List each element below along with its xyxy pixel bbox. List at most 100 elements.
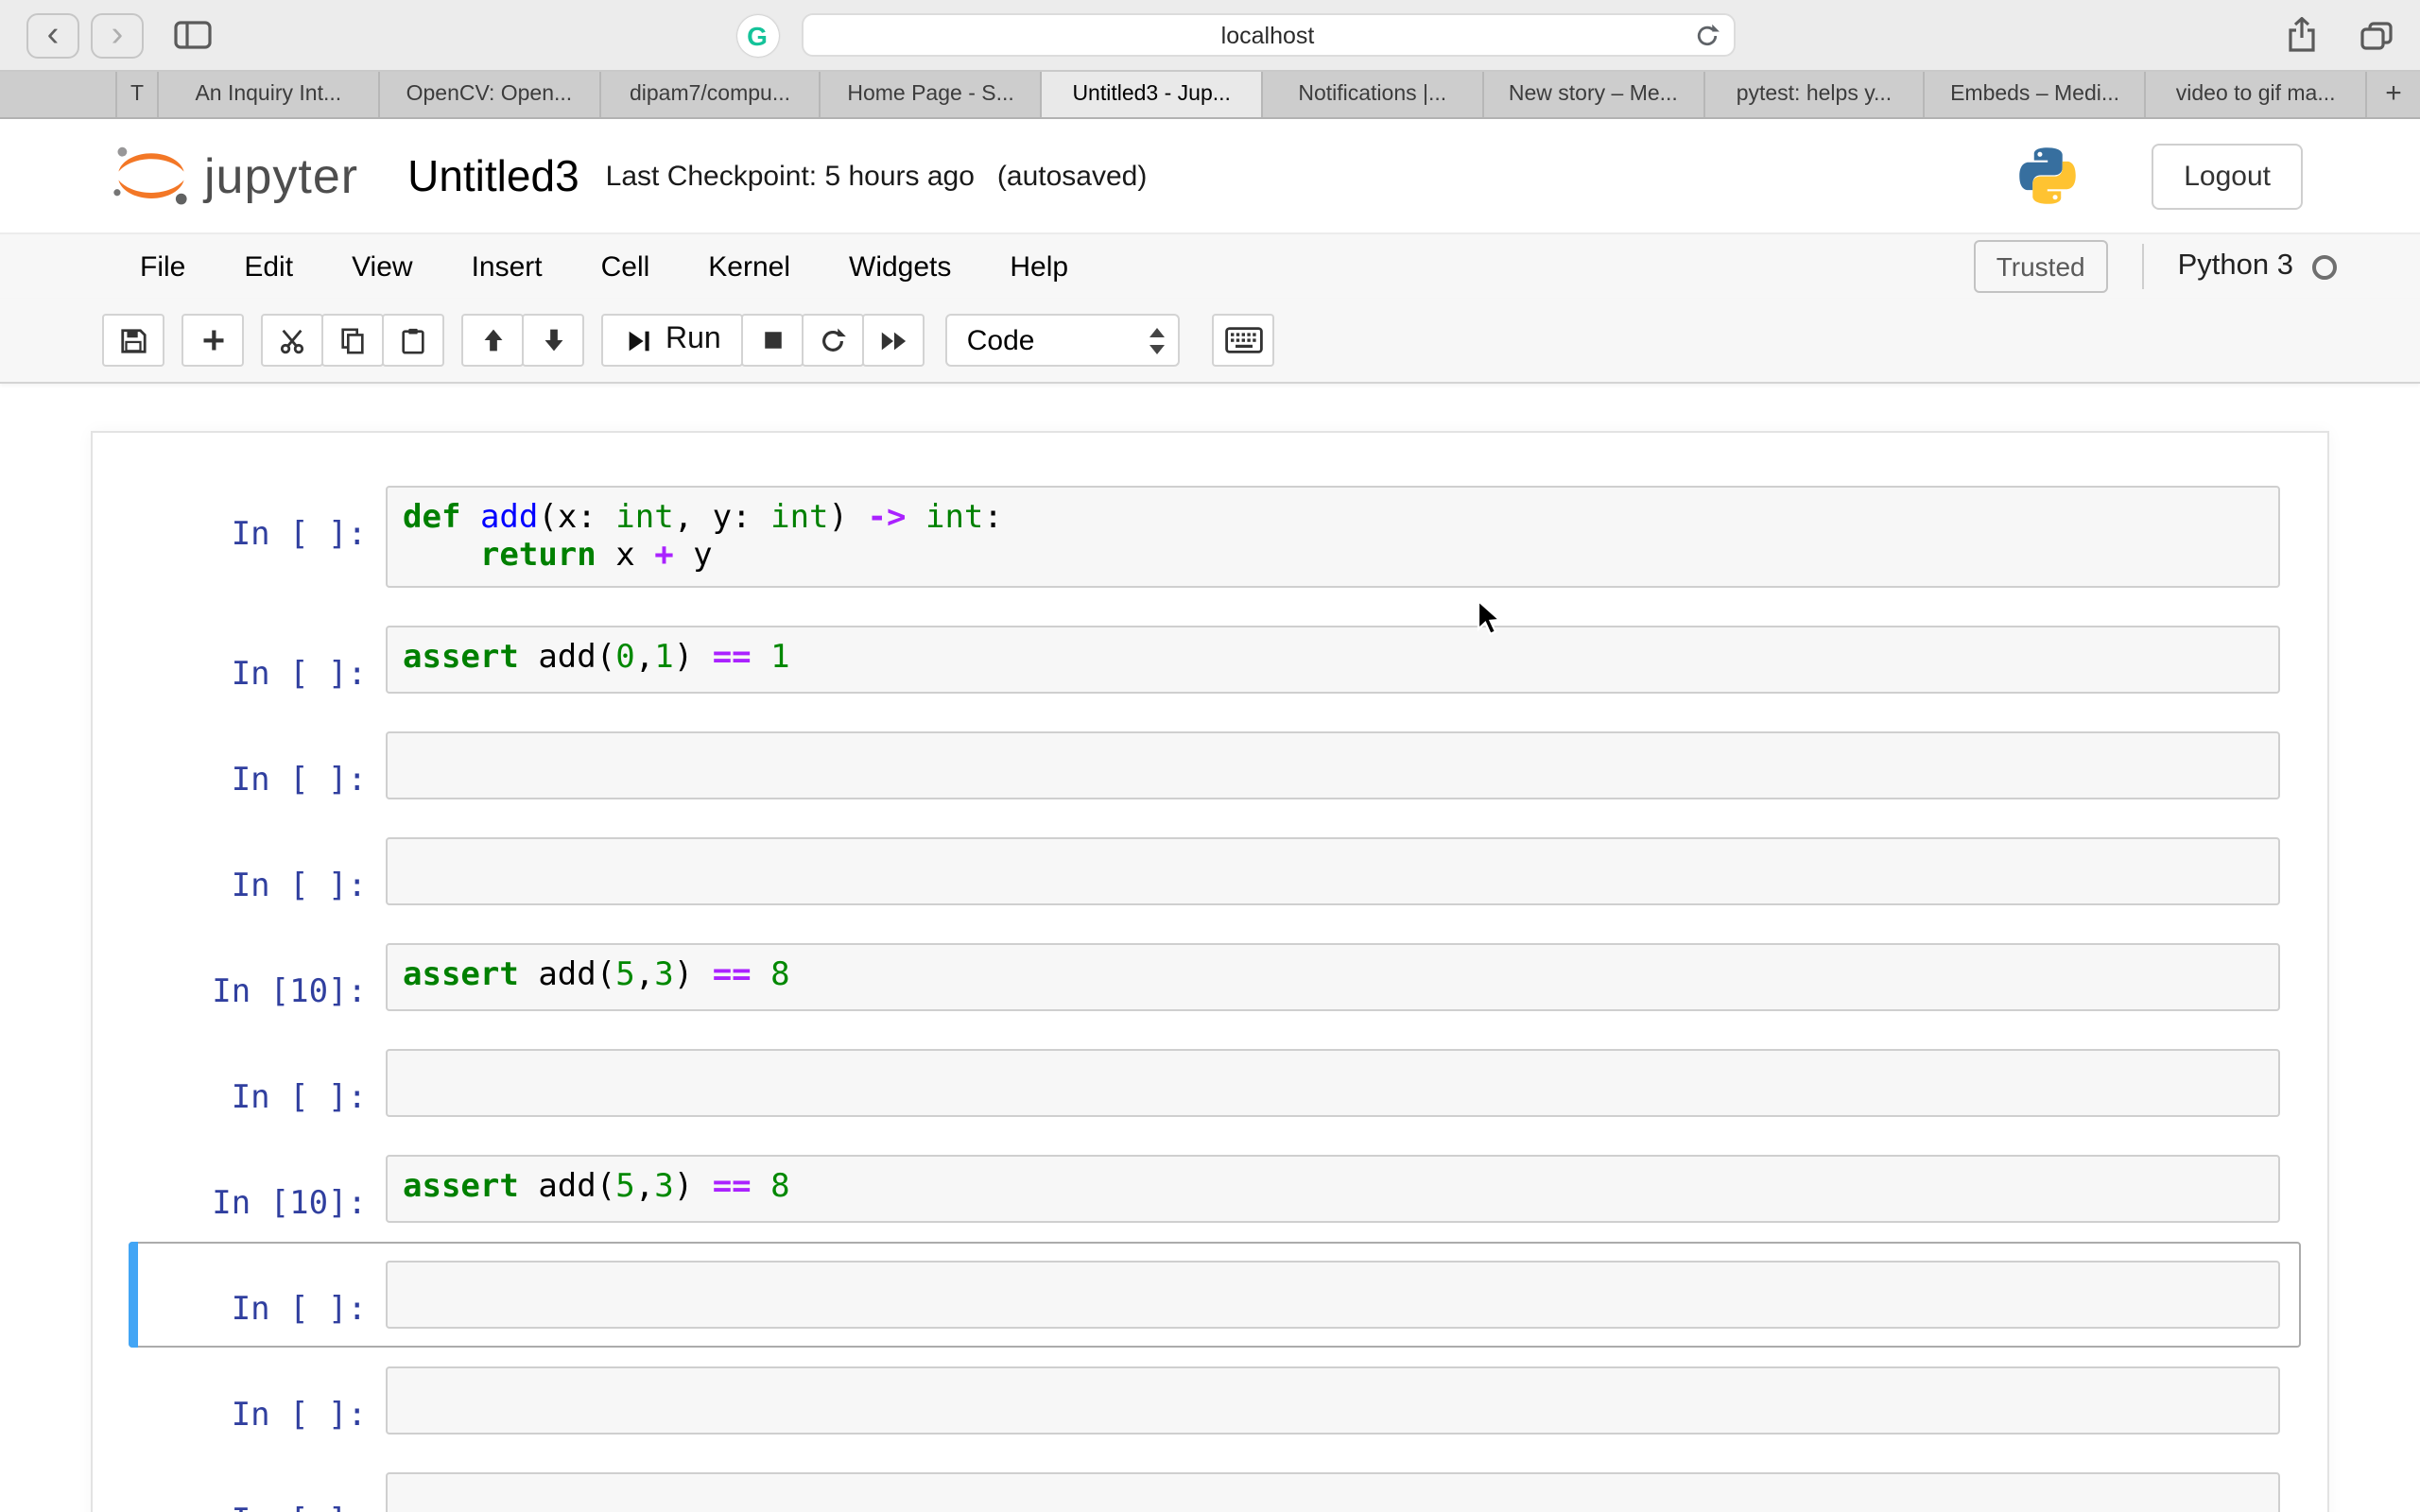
notebook-cell-selected[interactable]: In [ ]:	[129, 1242, 2301, 1348]
reload-icon[interactable]	[1693, 23, 1720, 49]
browser-tab[interactable]: New story – Me...	[1484, 72, 1705, 117]
jupyter-toolbar: Run Code	[0, 299, 2420, 384]
notebook-cell[interactable]: In [ ]:	[129, 713, 2301, 818]
cell-input[interactable]	[386, 1366, 2280, 1435]
run-label: Run	[666, 323, 721, 355]
interrupt-kernel-button[interactable]	[741, 314, 804, 367]
checkpoint-text: Last Checkpoint: 5 hours ago	[605, 160, 975, 192]
logout-button[interactable]: Logout	[2152, 143, 2303, 209]
restart-run-all-button[interactable]	[862, 314, 925, 367]
back-button[interactable]: ‹	[26, 12, 79, 58]
menu-item-help[interactable]: Help	[987, 250, 1091, 283]
menu-item-view[interactable]: View	[329, 250, 436, 283]
browser-tab[interactable]: video to gif ma...	[2146, 72, 2367, 117]
code-line: assert add(5,3) == 8	[403, 956, 790, 994]
notebook-cell[interactable]: In [ ]:	[129, 1030, 2301, 1136]
browser-tab[interactable]: An Inquiry Int...	[159, 72, 380, 117]
address-bar[interactable]: localhost	[801, 13, 1735, 57]
menu-item-edit[interactable]: Edit	[221, 250, 316, 283]
trusted-button[interactable]: Trusted	[1973, 240, 2108, 293]
url-text: localhost	[1220, 22, 1315, 48]
cell-prompt: In [ ]:	[231, 1291, 367, 1329]
cell-prompt: In [ ]:	[231, 1397, 367, 1435]
sidebar-icon	[174, 21, 212, 49]
cell-prompt: In [ ]:	[231, 656, 367, 694]
share-icon	[2286, 17, 2318, 53]
browser-tab[interactable]: dipam7/compu...	[600, 72, 821, 117]
notebook-cell[interactable]: In [10]: assert add(5,3) == 8	[129, 924, 2301, 1030]
notebook-cell[interactable]: In [10]: assert add(5,3) == 8	[129, 1136, 2301, 1242]
browser-tab[interactable]: pytest: helps y...	[1704, 72, 1926, 117]
cell-prompt: In [ ]:	[231, 762, 367, 799]
cell-input[interactable]: def add(x: int, y: int) -> int: return x…	[386, 486, 2280, 588]
cell-prompt: In [ ]:	[231, 1079, 367, 1117]
share-button[interactable]	[2286, 17, 2318, 53]
arrow-down-icon	[540, 327, 566, 353]
command-palette-button[interactable]	[1212, 314, 1275, 367]
code-line: assert add(5,3) == 8	[403, 1168, 790, 1206]
browser-tab-strip: T An Inquiry Int... OpenCV: Open... dipam7/…	[0, 72, 2420, 119]
notebook-cell[interactable]: In [ ]: assert add(0,1) == 1	[129, 607, 2301, 713]
jupyter-logo-icon	[110, 144, 193, 208]
save-button[interactable]	[102, 314, 164, 367]
plus-icon	[199, 327, 226, 353]
run-button[interactable]: Run	[601, 314, 744, 367]
paste-icon	[399, 326, 427, 354]
cell-input[interactable]	[386, 1472, 2280, 1512]
grammarly-icon[interactable]: G	[736, 14, 778, 56]
browser-tab[interactable]: Embeds – Medi...	[1926, 72, 2147, 117]
new-tab-button[interactable]: +	[2367, 72, 2420, 117]
divider	[2141, 244, 2144, 289]
paste-cell-button[interactable]	[382, 314, 444, 367]
menu-item-file[interactable]: File	[117, 250, 208, 283]
kernel-status-icon	[2312, 254, 2337, 279]
cell-input[interactable]	[386, 837, 2280, 905]
move-cell-up-button[interactable]	[461, 314, 524, 367]
menu-item-insert[interactable]: Insert	[449, 250, 565, 283]
cell-input[interactable]: assert add(0,1) == 1	[386, 626, 2280, 694]
notebook-title[interactable]: Untitled3	[407, 150, 579, 201]
tab-strip-spacer	[0, 72, 117, 117]
jupyter-logo[interactable]: jupyter	[110, 144, 358, 208]
autosave-text: (autosaved)	[996, 160, 1148, 192]
cut-cell-button[interactable]	[261, 314, 323, 367]
browser-tab-active[interactable]: Untitled3 - Jup...	[1042, 72, 1263, 117]
copy-cell-button[interactable]	[321, 314, 384, 367]
python-logo-icon	[2015, 144, 2080, 208]
dropdown-stepper-icon	[1149, 324, 1167, 356]
notebook-cell[interactable]: In [ ]:	[129, 1453, 2301, 1512]
fast-forward-icon	[880, 326, 908, 354]
menu-item-widgets[interactable]: Widgets	[826, 250, 974, 283]
notebook-cell[interactable]: In [ ]:	[129, 818, 2301, 924]
notebook-cell[interactable]: In [ ]: def add(x: int, y: int) -> int: r…	[129, 467, 2301, 607]
menu-item-cell[interactable]: Cell	[579, 250, 673, 283]
cell-type-dropdown[interactable]: Code	[945, 314, 1181, 367]
forward-button[interactable]: ›	[91, 12, 144, 58]
browser-tab[interactable]: Home Page - S...	[821, 72, 1043, 117]
browser-tab[interactable]: Notifications |...	[1263, 72, 1484, 117]
jupyter-wordmark: jupyter	[204, 146, 359, 203]
cell-input[interactable]: assert add(5,3) == 8	[386, 1155, 2280, 1223]
restart-kernel-button[interactable]	[802, 314, 865, 367]
cell-type-value: Code	[966, 324, 1035, 356]
cell-prompt: In [ ]:	[231, 516, 367, 554]
add-cell-button[interactable]	[182, 314, 244, 367]
code-line: assert add(0,1) == 1	[403, 639, 790, 677]
cell-input[interactable]	[386, 731, 2280, 799]
sidebar-toggle-button[interactable]	[174, 21, 212, 49]
cell-input[interactable]	[386, 1261, 2280, 1329]
run-icon	[624, 326, 652, 354]
cell-prompt: In [10]:	[212, 1185, 367, 1223]
menu-item-kernel[interactable]: Kernel	[685, 250, 813, 283]
cell-input[interactable]: assert add(5,3) == 8	[386, 943, 2280, 1011]
browser-toolbar: ‹ › G localhost	[0, 0, 2420, 72]
screen: ‹ › G localhost T An Inquiry Int... Open…	[0, 0, 2420, 1512]
browser-tab[interactable]: OpenCV: Open...	[380, 72, 601, 117]
notebook-cell[interactable]: In [ ]:	[129, 1348, 2301, 1453]
browser-tab[interactable]: T	[117, 72, 159, 117]
move-cell-down-button[interactable]	[522, 314, 584, 367]
cell-input[interactable]	[386, 1049, 2280, 1117]
tab-overview-button[interactable]	[2360, 20, 2394, 50]
